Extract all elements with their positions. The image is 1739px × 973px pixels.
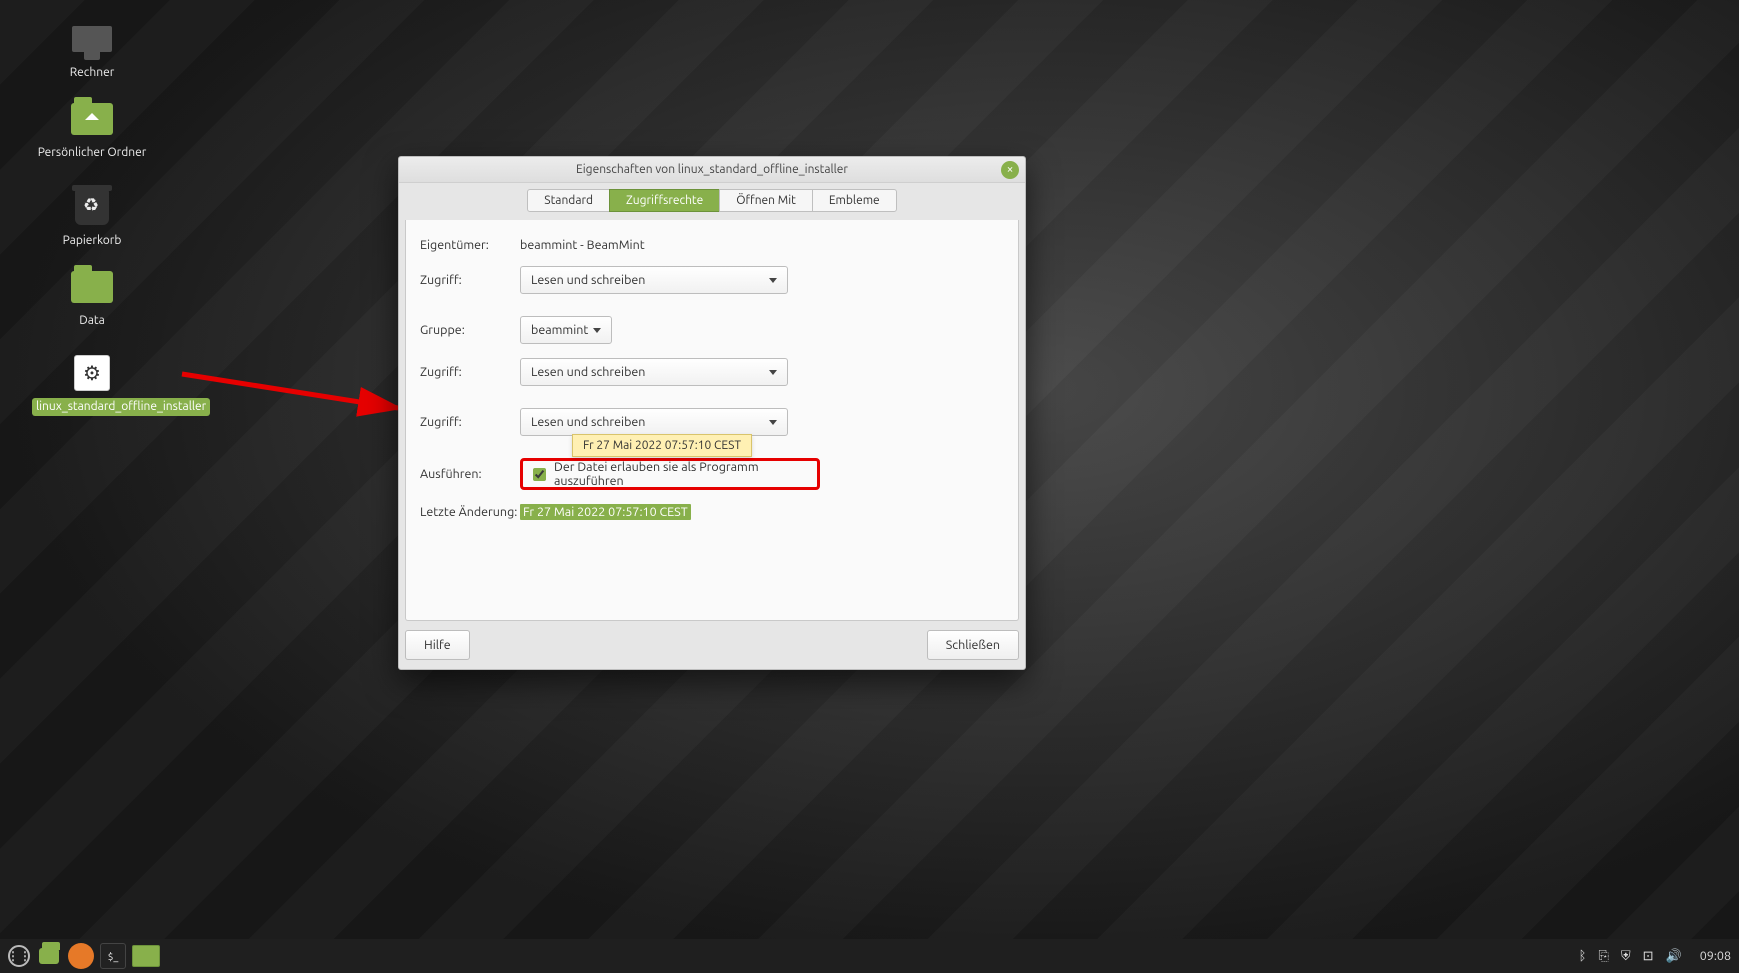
close-icon[interactable]: × [1001,161,1019,179]
dialog-titlebar[interactable]: Eigenschaften von linux_standard_offline… [399,157,1025,183]
chevron-down-icon [769,278,777,283]
desktop-icon-installer[interactable]: ⚙ linux_standard_offline_installer [32,352,152,416]
timestamp-tooltip: Fr 27 Mai 2022 07:57:10 CEST [572,434,752,457]
volume-icon[interactable]: 🔊 [1666,949,1682,964]
desktop-icon-computer[interactable]: Rechner [32,18,152,82]
terminal-icon[interactable]: $_ [100,943,126,969]
desktop-icon-label: Rechner [66,64,119,82]
folder-icon [71,271,113,303]
dialog-content: Eigentümer: beammint - BeamMint Zugriff:… [405,220,1019,621]
others-access-value: Lesen und schreiben [531,415,645,429]
chevron-down-icon [769,370,777,375]
computer-icon [72,26,112,52]
group-access-dropdown[interactable]: Lesen und schreiben [520,358,788,386]
chevron-down-icon [769,420,777,425]
group-access-label: Zugriff: [420,365,520,379]
owner-access-value: Lesen und schreiben [531,273,645,287]
desktop-icon-label: linux_standard_offline_installer [32,398,210,416]
trash-icon [75,189,109,225]
dialog-title-text: Eigenschaften von linux_standard_offline… [576,163,848,176]
tab-standard[interactable]: Standard [527,189,610,212]
close-button[interactable]: Schließen [927,630,1019,660]
desktop-icon-home[interactable]: Persönlicher Ordner [32,98,152,162]
tab-open-with[interactable]: Öffnen Mit [719,189,813,212]
others-access-label: Zugriff: [420,415,520,429]
taskbar-active-window[interactable] [132,945,160,967]
owner-access-dropdown[interactable]: Lesen und schreiben [520,266,788,294]
dialog-tabs: Standard Zugriffsrechte Öffnen Mit Emble… [399,183,1025,220]
last-change-value: Fr 27 Mai 2022 07:57:10 CEST [520,504,691,520]
tab-permissions[interactable]: Zugriffsrechte [609,189,720,212]
taskbar-clock[interactable]: 09:08 [1700,949,1731,963]
desktop-icon-label: Data [75,312,109,330]
desktop-icon-trash[interactable]: Papierkorb [32,186,152,250]
dialog-footer: Hilfe Schließen [399,627,1025,669]
show-desktop-icon[interactable] [36,943,62,969]
group-label: Gruppe: [420,323,520,337]
firefox-icon[interactable] [68,943,94,969]
owner-label: Eigentümer: [420,238,520,252]
others-access-dropdown[interactable]: Lesen und schreiben [520,408,788,436]
execute-label: Ausführen: [420,467,520,481]
last-change-label: Letzte Änderung: [420,505,520,519]
executable-file-icon: ⚙ [74,355,110,391]
properties-dialog: Eigenschaften von linux_standard_offline… [398,156,1026,670]
tab-emblems[interactable]: Embleme [812,189,897,212]
group-dropdown[interactable]: beammint [520,316,612,344]
group-access-value: Lesen und schreiben [531,365,645,379]
bluetooth-icon[interactable]: ᛒ [1579,949,1587,963]
execute-highlight-box: Der Datei erlauben sie als Programm ausz… [520,458,820,490]
help-button[interactable]: Hilfe [405,630,470,660]
shield-icon[interactable]: ⛨ [1621,949,1631,964]
owner-access-label: Zugriff: [420,273,520,287]
execute-checkbox-label: Der Datei erlauben sie als Programm ausz… [554,460,807,488]
home-folder-icon [71,103,113,135]
owner-value: beammint - BeamMint [520,238,645,252]
update-manager-icon[interactable]: ⎘ [1598,949,1608,964]
desktop-icon-data[interactable]: Data [32,266,152,330]
taskbar: ⋮⋮ $_ ᛒ ⎘ ⛨ ⊡ 🔊 09:08 [0,939,1739,973]
desktop-icon-label: Persönlicher Ordner [34,144,151,162]
folder-icon [39,948,59,964]
network-icon[interactable]: ⊡ [1643,949,1654,964]
start-menu-icon[interactable]: ⋮⋮ [8,945,30,967]
execute-checkbox[interactable] [533,468,546,481]
desktop-icon-label: Papierkorb [59,232,126,250]
chevron-down-icon [593,328,601,333]
group-value: beammint [531,323,588,337]
